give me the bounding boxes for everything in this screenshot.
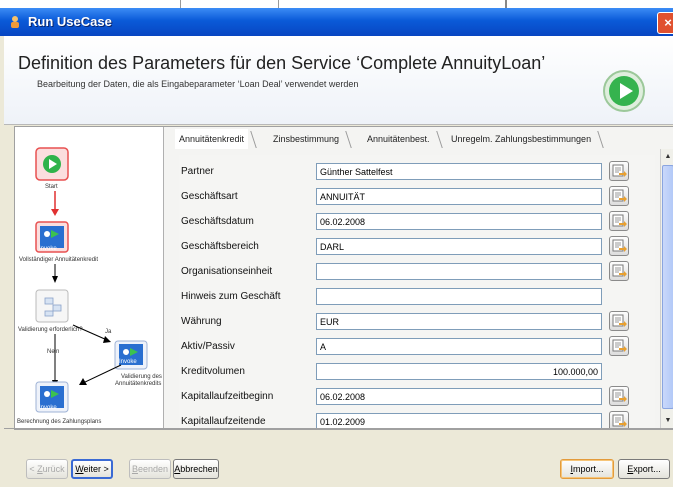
form-row-hinweis: Hinweis zum Geschäft [179, 284, 655, 309]
window-title: Run UseCase [28, 14, 112, 29]
flow-arrow [51, 191, 59, 216]
flow-arrow [52, 264, 58, 283]
import-button[interactable]: Import... [560, 459, 614, 479]
lookup-icon [612, 264, 627, 277]
field-label: Kapitallaufzeitbeginn [181, 391, 274, 402]
kapitallaufzeitende-field[interactable]: 01.02.2009 [316, 413, 602, 429]
form-row-geschaeftsbereich: Geschäftsbereich DARL [179, 234, 655, 259]
tab-label: Annuitätenbest. [367, 134, 430, 144]
lookup-button[interactable] [609, 211, 629, 231]
lookup-icon [612, 314, 627, 327]
parameter-form: Partner Günther Sattelfest Geschäftsart … [179, 155, 655, 429]
geschaeftsbereich-field[interactable]: DARL [316, 238, 602, 255]
lookup-button[interactable] [609, 186, 629, 206]
lookup-button[interactable] [609, 411, 629, 429]
lookup-button[interactable] [609, 236, 629, 256]
waehrung-field[interactable]: EUR [316, 313, 602, 330]
background-divider [180, 0, 181, 8]
scroll-down-icon[interactable]: ▼ [662, 415, 673, 427]
vollstaendig-label: Vollständiger Annuitätenkredit [19, 257, 99, 263]
tab-label: Zinsbestimmung [273, 134, 340, 144]
lookup-icon [612, 339, 627, 352]
tab-zinsbestimmung[interactable]: Zinsbestimmung [269, 129, 352, 149]
kreditvolumen-field[interactable]: 100.000,00 [316, 363, 602, 380]
kapitallaufzeitbeginn-field[interactable]: 06.02.2008 [316, 388, 602, 405]
lookup-button[interactable] [609, 386, 629, 406]
page-subtitle: Bearbeitung der Daten, die als Eingabepa… [37, 79, 359, 89]
field-label: Kapitallaufzeitende [181, 416, 266, 427]
flow-arrow [79, 364, 122, 385]
lookup-icon [612, 189, 627, 202]
lookup-button[interactable] [609, 161, 629, 181]
lookup-button[interactable] [609, 261, 629, 281]
lookup-icon [612, 164, 627, 177]
export-button[interactable]: Export... [618, 459, 670, 479]
decision-node-icon[interactable] [35, 289, 69, 323]
wizard-button-bar: < Zurück Weiter > Beenden Abbrechen Impo… [4, 428, 673, 487]
form-row-kapitallaufzeitende: Kapitallaufzeitende 01.02.2009 [179, 409, 655, 429]
background-divider [505, 0, 507, 8]
form-row-geschaeftsart: Geschäftsart ANNUITÄT [179, 184, 655, 209]
lookup-icon [612, 389, 627, 402]
aktiv-passiv-field[interactable]: A [316, 338, 602, 355]
invoke-label: Invoke [39, 405, 57, 411]
background-window-strip [0, 0, 673, 8]
back-button[interactable]: < Zurück [26, 459, 68, 479]
geschaeftsart-field[interactable]: ANNUITÄT [316, 188, 602, 205]
berechnung-label: Berechnung des Zahlungsplans [17, 419, 102, 425]
next-button[interactable]: Weiter > [71, 459, 113, 479]
scroll-up-icon[interactable]: ▲ [662, 151, 673, 163]
form-row-waehrung: Währung EUR [179, 309, 655, 334]
cancel-button[interactable]: Abbrechen [173, 459, 219, 479]
start-label: Start [45, 184, 58, 190]
form-row-kreditvolumen: Kreditvolumen 100.000,00 [179, 359, 655, 384]
main-panel: Start Invoke Vollständiger Annuitätenkre… [14, 126, 673, 430]
lookup-button[interactable] [609, 311, 629, 331]
hinweis-field[interactable] [316, 288, 602, 305]
form-row-geschaeftsdatum: Geschäftsdatum 06.02.2008 [179, 209, 655, 234]
invoke-label: Invoke [39, 246, 57, 252]
form-scrollbar[interactable]: ▲ ▼ [660, 149, 673, 429]
tab-label: Unregelm. Zahlungsbestimmungen [451, 134, 592, 144]
page-title: Definition des Parameters für den Servic… [18, 53, 546, 73]
field-label: Währung [181, 316, 222, 327]
lookup-icon [612, 239, 627, 252]
field-label: Aktiv/Passiv [181, 341, 235, 352]
tab-unregelm-zahlungsbestimmungen[interactable]: Unregelm. Zahlungsbestimmungen [447, 129, 604, 149]
lookup-button[interactable] [609, 336, 629, 356]
finish-button[interactable]: Beenden [129, 459, 171, 479]
run-play-icon [603, 70, 645, 112]
field-label: Hinweis zum Geschäft [181, 291, 281, 302]
field-label: Kreditvolumen [181, 366, 245, 377]
start-node-icon[interactable] [35, 147, 69, 181]
background-divider [278, 0, 279, 8]
form-row-partner: Partner Günther Sattelfest [179, 159, 655, 184]
wizard-header: Definition des Parameters für den Servic… [4, 36, 673, 125]
validierung-des-label: Validierung des [121, 374, 162, 380]
close-button[interactable]: × [657, 12, 673, 34]
scrollbar-thumb[interactable] [662, 165, 673, 409]
tab-label: Annuitätenkredit [179, 134, 245, 144]
organisationseinheit-field[interactable] [316, 263, 602, 280]
field-label: Geschäftsart [181, 191, 238, 202]
app-icon [11, 16, 19, 28]
form-row-aktiv-passiv: Aktiv/Passiv A [179, 334, 655, 359]
field-label: Geschäftsbereich [181, 241, 259, 252]
field-label: Organisationseinheit [181, 266, 273, 277]
lookup-icon [612, 414, 627, 427]
field-label: Partner [181, 166, 214, 177]
form-row-organisationseinheit: Organisationseinheit [179, 259, 655, 284]
partner-field[interactable]: Günther Sattelfest [316, 163, 602, 180]
lookup-icon [612, 214, 627, 227]
form-row-kapitallaufzeitbeginn: Kapitallaufzeitbeginn 06.02.2008 [179, 384, 655, 409]
tab-annuitaetenbest[interactable]: Annuitätenbest. [363, 129, 443, 149]
process-flow-diagram: Start Invoke Vollständiger Annuitätenkre… [15, 127, 164, 429]
window-titlebar: Run UseCase × [0, 8, 673, 36]
tab-annuitaetenkredit[interactable]: Annuitätenkredit [175, 129, 257, 149]
field-label: Geschäftsdatum [181, 216, 254, 227]
geschaeftsdatum-field[interactable]: 06.02.2008 [316, 213, 602, 230]
